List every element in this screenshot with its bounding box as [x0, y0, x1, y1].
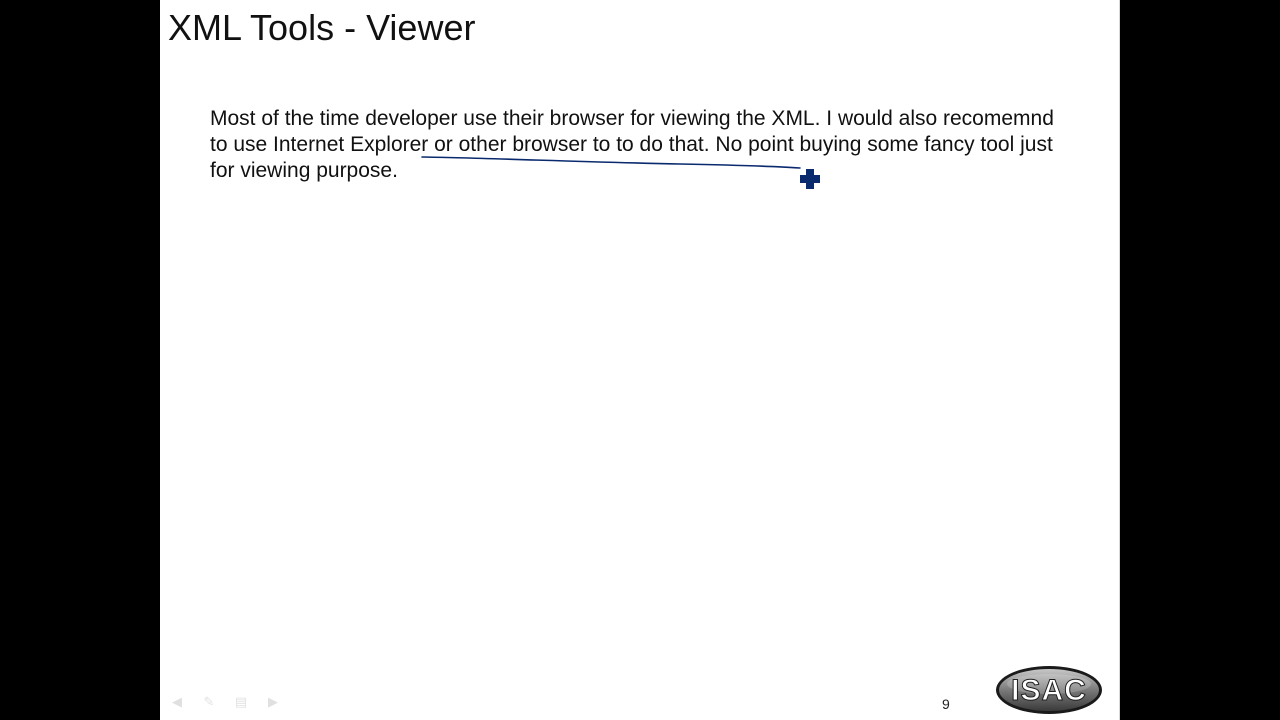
previous-slide-icon[interactable]: ◀ — [168, 694, 186, 712]
logo-text: ISAC — [1011, 674, 1087, 707]
isac-logo: ISAC — [996, 666, 1102, 714]
slide-show-controls: ◀ ✎ ▤ ▶ — [168, 694, 282, 712]
slide-title: XML Tools - Viewer — [168, 7, 476, 48]
pen-tool-icon[interactable]: ✎ — [200, 694, 218, 712]
next-slide-icon[interactable]: ▶ — [264, 694, 282, 712]
presentation-stage: XML Tools - Viewer Most of the time deve… — [0, 0, 1280, 720]
slide: XML Tools - Viewer Most of the time deve… — [160, 0, 1120, 720]
slide-menu-icon[interactable]: ▤ — [232, 694, 250, 712]
slide-number: 9 — [942, 696, 950, 712]
pen-cross-icon — [800, 169, 820, 189]
slide-body-text: Most of the time developer use their bro… — [210, 107, 1054, 182]
